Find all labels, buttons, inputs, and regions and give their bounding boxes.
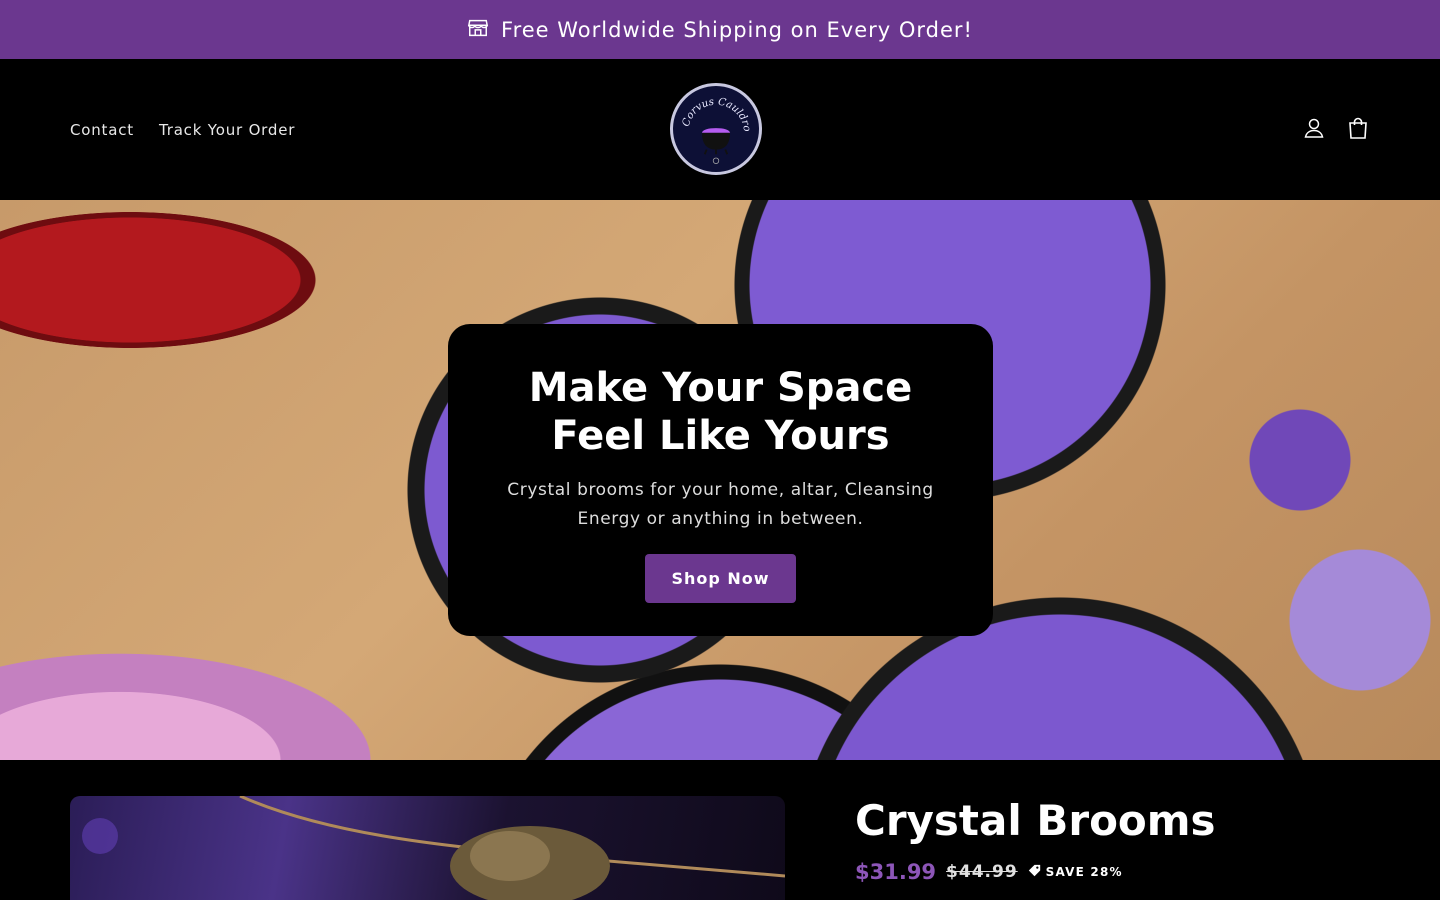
featured-product: Crystal Brooms $31.99 $44.99 SAVE 28% (0, 760, 1440, 900)
site-header: Contact Track Your Order Corvus Cauldron (0, 59, 1440, 200)
compare-price: $44.99 (946, 862, 1018, 882)
shop-now-button[interactable]: Shop Now (645, 554, 796, 603)
save-label: SAVE 28% (1045, 865, 1123, 879)
hero-title: Make Your Space Feel Like Yours (528, 365, 913, 459)
nav-contact[interactable]: Contact (70, 121, 134, 139)
store-icon (467, 17, 489, 43)
hero-card: Make Your Space Feel Like Yours Crystal … (448, 324, 993, 636)
save-badge: SAVE 28% (1028, 864, 1123, 880)
header-icons (1302, 59, 1370, 200)
tag-icon (1028, 864, 1041, 880)
site-logo[interactable]: Corvus Cauldron (670, 83, 762, 175)
product-image[interactable] (70, 796, 785, 900)
price-row: $31.99 $44.99 SAVE 28% (855, 860, 1123, 884)
nav-track-order[interactable]: Track Your Order (159, 121, 295, 139)
hero-subtitle: Crystal brooms for your home, altar, Cle… (507, 480, 934, 529)
account-icon[interactable] (1302, 116, 1326, 144)
cart-icon[interactable] (1346, 116, 1370, 144)
announcement-bar: Free Worldwide Shipping on Every Order! (0, 0, 1440, 59)
sale-price: $31.99 (855, 860, 937, 884)
product-title: Crystal Brooms (855, 796, 1216, 845)
hero-banner: Make Your Space Feel Like Yours Crystal … (0, 200, 1440, 760)
main-nav: Contact Track Your Order (70, 59, 295, 200)
announcement-text: Free Worldwide Shipping on Every Order! (501, 17, 973, 42)
svg-text:Corvus Cauldron: Corvus Cauldron (673, 86, 753, 132)
